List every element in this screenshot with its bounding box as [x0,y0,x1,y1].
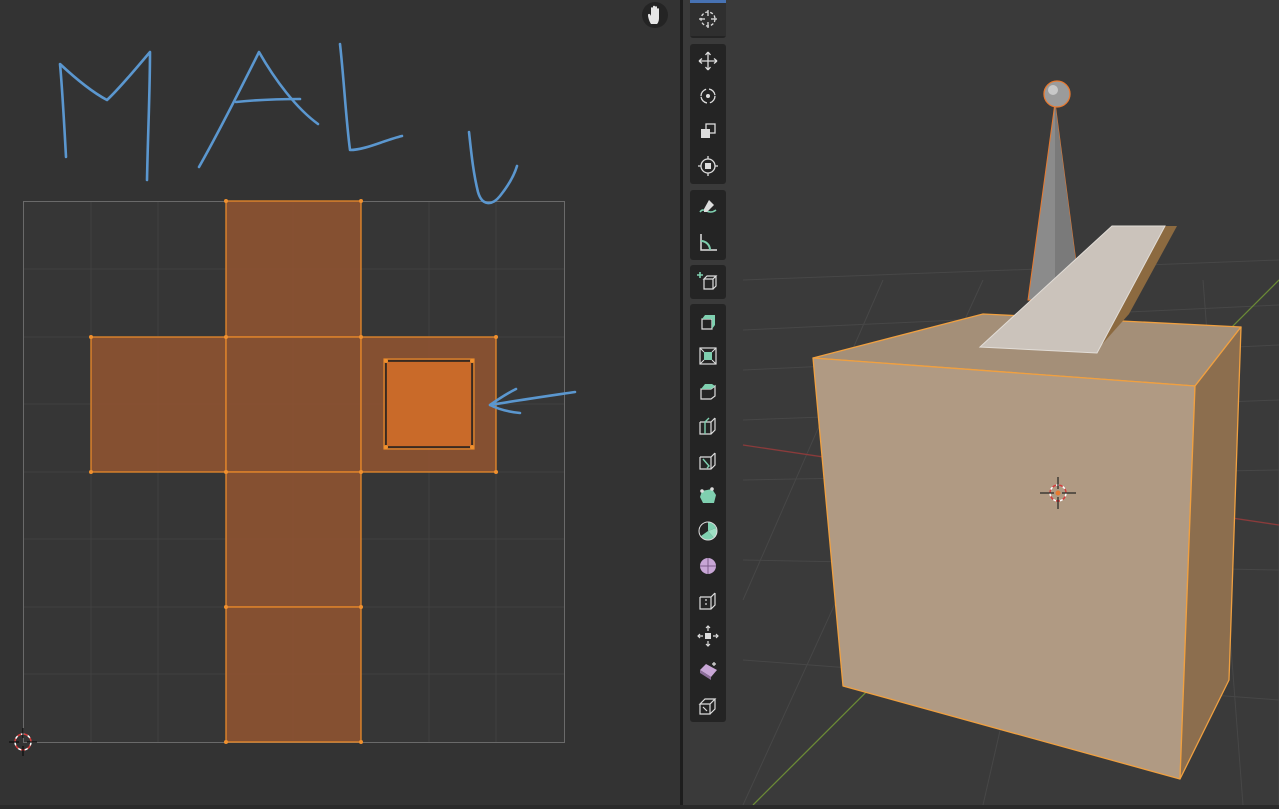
uv-face-bottom[interactable] [225,606,362,743]
smooth-tool-icon [700,558,716,574]
add-cube-tool-icon [697,272,718,290]
hand-icon [648,5,659,24]
annotation-letter-a [197,50,320,169]
poly-build-tool-icon [700,487,716,503]
tool-cursor-button[interactable] [690,0,726,36]
pan-view-button[interactable] [642,2,668,28]
annotation-letter-y [467,130,519,205]
toolbar-group-cursor [690,0,726,38]
inset-faces-tool-icon [699,347,717,365]
scale-tool-icon [701,123,716,138]
tool-knife-button[interactable] [690,444,726,478]
bevel-tool-icon [700,384,716,400]
cube-object[interactable] [812,313,1242,780]
toolbar-group-add [690,265,726,299]
measure-tool-icon [700,234,717,251]
tool-loop-cut-button[interactable] [690,409,726,443]
rip-region-tool-icon [698,698,717,715]
edge-slide-tool-icon [699,592,716,610]
uv-editor[interactable] [0,0,680,805]
cursor-tool-icon [699,10,717,28]
sphere-object[interactable] [1043,80,1071,108]
tool-add-cube-button[interactable] [690,265,726,299]
rotate-tool-icon [700,88,716,104]
viewport-canvas[interactable] [683,0,1279,805]
tool-measure-button[interactable] [690,225,726,259]
uv-face-top[interactable] [225,200,362,338]
tool-move-button[interactable] [690,44,726,78]
move-tool-icon [698,51,718,71]
transform-tool-icon [698,156,718,176]
annotate-tool-icon [699,200,717,213]
3d-viewport[interactable] [683,0,1279,805]
object-origin [1055,490,1061,496]
uv-canvas[interactable] [0,0,680,805]
tool-smooth-button[interactable] [690,549,726,583]
tool-shrink-fatten-button[interactable] [690,619,726,653]
uv-face-selected-small[interactable] [385,360,473,448]
annotation-letter-m [58,50,152,182]
tool-bevel-button[interactable] [690,374,726,408]
tool-poly-build-button[interactable] [690,479,726,513]
loop-cut-tool-icon [699,417,716,435]
annotation-letter-a-bar [234,97,302,104]
spin-tool-icon [698,521,718,541]
tool-scale-button[interactable] [690,114,726,148]
cube-front-face[interactable] [812,357,1196,780]
tool-shear-button[interactable] [690,654,726,688]
shear-tool-icon [700,662,717,680]
toolbar-group-annotate [690,190,726,260]
uv-face-lower[interactable] [225,471,362,608]
extrude-region-tool-icon [701,315,715,330]
annotation-letter-l [338,42,404,152]
knife-tool-icon [699,452,716,470]
uv-face-center[interactable] [225,336,362,473]
shrink-fatten-tool-icon [697,625,719,647]
toolbar-group-mesh-edit [690,304,726,722]
tool-rip-region-button[interactable] [690,689,726,723]
tool-spin-button[interactable] [690,514,726,548]
tool-extrude-region-button[interactable] [690,304,726,338]
uv-face-left[interactable] [90,336,227,473]
tool-edge-slide-button[interactable] [690,584,726,618]
tool-annotate-button[interactable] [690,190,726,224]
tool-transform-button[interactable] [690,149,726,183]
tool-inset-faces-button[interactable] [690,339,726,373]
toolbar-group-transform [690,44,726,184]
tool-rotate-button[interactable] [690,79,726,113]
